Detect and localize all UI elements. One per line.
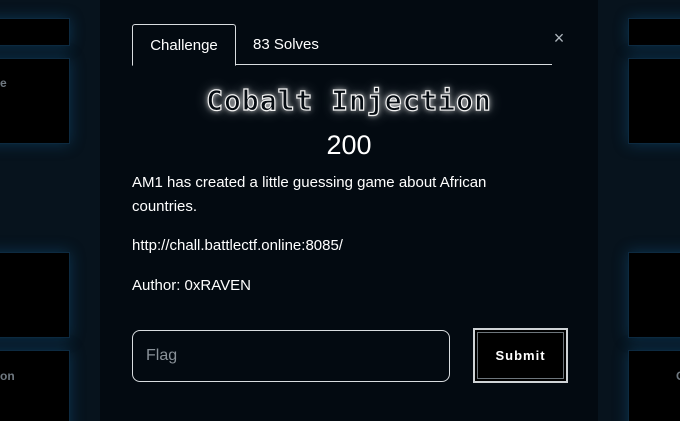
background-card xyxy=(628,350,680,421)
tab-solves[interactable]: 83 Solves xyxy=(253,24,319,65)
challenge-author: Author: 0xRAVEN xyxy=(132,277,251,294)
close-icon[interactable]: × xyxy=(551,29,567,47)
background-card-label: e xyxy=(0,76,7,90)
tab-challenge[interactable]: Challenge xyxy=(132,24,236,66)
flag-input[interactable] xyxy=(132,330,450,382)
challenge-name: Cobalt Injection xyxy=(206,83,492,117)
background-card-label: on xyxy=(0,369,15,383)
challenge-points: 200 xyxy=(326,130,372,160)
modal-tabs: Challenge 83 Solves xyxy=(132,24,552,66)
background-card xyxy=(628,18,680,46)
background-card xyxy=(0,18,70,46)
background-card-label: C xyxy=(676,369,680,383)
background-card xyxy=(628,58,680,144)
challenge-url: http://chall.battlectf.online:8085/ xyxy=(132,237,343,254)
submit-button[interactable]: Submit xyxy=(473,328,568,383)
background-card xyxy=(0,350,70,421)
background-card xyxy=(0,252,70,338)
background-card xyxy=(628,252,680,338)
challenge-description: AM1 has created a little guessing game a… xyxy=(132,174,487,215)
challenge-modal: × Challenge 83 Solves Cobalt Injection 2… xyxy=(100,0,598,421)
background-card xyxy=(0,58,70,144)
